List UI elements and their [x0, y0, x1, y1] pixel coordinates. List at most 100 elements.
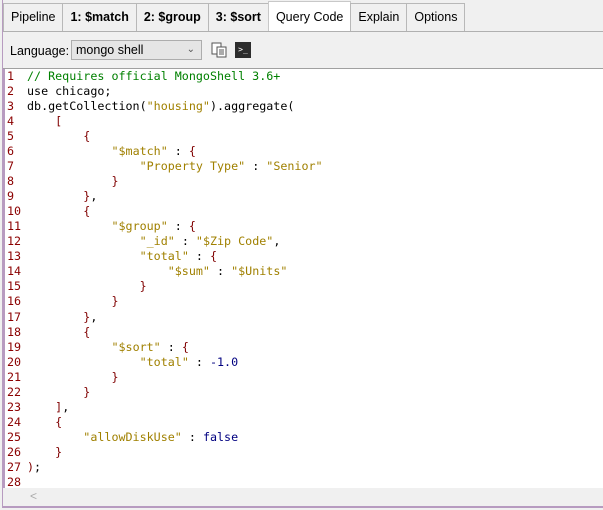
line-number: 1	[7, 69, 15, 83]
line-code: {	[26, 129, 90, 144]
code-token-brace: }	[139, 279, 147, 294]
code-token-plain: :	[181, 429, 203, 444]
line-code: }	[26, 385, 90, 400]
code-token-plain: db.getCollection(	[27, 99, 147, 114]
code-line: 11 "$group" : {	[5, 219, 603, 234]
line-code: "_id" : "$Zip Code",	[26, 234, 281, 249]
copy-icon[interactable]	[211, 42, 227, 58]
code-line: 20 "total" : -1.0	[5, 355, 603, 370]
code-token-plain: :	[245, 159, 267, 174]
code-line: 5 {	[5, 129, 603, 144]
line-number: 3	[7, 99, 15, 114]
horizontal-scrollbar[interactable]: <	[24, 488, 603, 505]
line-number: 9	[7, 189, 15, 204]
line-number: 13	[7, 249, 22, 264]
code-token-plain: :	[188, 354, 210, 369]
code-token-string: "$Units"	[231, 264, 288, 279]
code-line: 22 }	[5, 385, 603, 400]
code-token-brace: {	[188, 219, 196, 234]
code-line: 8 }	[5, 174, 603, 189]
code-line: 23 ],	[5, 400, 603, 415]
line-number: 8	[7, 174, 15, 189]
code-token-plain: :	[167, 144, 189, 159]
code-token-string: "$sum"	[167, 264, 210, 279]
code-token-plain: ,	[90, 309, 98, 324]
language-select[interactable]: mongo shell ⌄	[71, 40, 202, 60]
line-number: 22	[7, 384, 22, 399]
tab-1-match[interactable]: 1: $match	[62, 3, 137, 31]
code-token-plain: use chicago;	[27, 84, 112, 99]
line-code: {	[26, 415, 62, 430]
code-editor[interactable]: 1 // Requires official MongoShell 3.6+ 2 us…	[3, 69, 603, 489]
line-code: "$match" : {	[26, 144, 195, 159]
code-token-brace: }	[55, 444, 63, 459]
code-line: 1 // Requires official MongoShell 3.6+	[5, 69, 603, 84]
line-code: }	[26, 445, 62, 460]
code-token-plain: :	[160, 339, 182, 354]
code-token-plain: :	[188, 249, 210, 264]
tab-2-group[interactable]: 2: $group	[135, 3, 209, 31]
line-code: }	[26, 279, 147, 294]
line-number: 15	[7, 279, 22, 294]
line-code: "total" : {	[26, 249, 217, 264]
scroll-left-arrow[interactable]: <	[30, 489, 37, 503]
code-line: 4 [	[5, 114, 603, 129]
code-token-string: "$match"	[111, 144, 168, 159]
line-number: 14	[7, 264, 22, 279]
tab-pipeline[interactable]: Pipeline	[3, 3, 64, 31]
tab-3-sort[interactable]: 3: $sort	[207, 3, 269, 31]
line-number: 2	[7, 84, 15, 99]
code-token-string: "housing"	[146, 99, 210, 114]
line-code: "Property Type" : "Senior"	[26, 159, 323, 174]
line-code: "$sum" : "$Units"	[26, 264, 288, 279]
code-token-string: "total"	[139, 249, 189, 264]
line-code: }	[26, 294, 118, 309]
language-label: Language:	[10, 44, 70, 58]
code-token-brace: }	[111, 174, 119, 189]
line-number: 26	[7, 444, 22, 459]
line-number: 23	[7, 399, 22, 414]
line-code: {	[26, 325, 90, 340]
code-token-plain: ,	[90, 189, 98, 204]
code-line: 26 }	[5, 445, 603, 460]
code-token-brace: {	[181, 339, 189, 354]
code-line: 21 }	[5, 370, 603, 385]
line-code: // Requires official MongoShell 3.6+	[26, 69, 280, 84]
tab-options[interactable]: Options	[406, 3, 466, 31]
code-token-brace: }	[111, 369, 119, 384]
code-line: 3 db.getCollection("housing").aggregate(	[5, 99, 603, 114]
code-token-string: "$group"	[111, 219, 168, 234]
code-token-plain: ,	[62, 399, 70, 414]
line-code: ],	[26, 400, 69, 415]
line-code: use chicago;	[26, 84, 111, 99]
code-line: 9 },	[5, 189, 603, 204]
line-number: 19	[7, 339, 22, 354]
code-line: 25 "allowDiskUse" : false	[5, 430, 603, 445]
line-code: }	[26, 369, 119, 385]
code-token-number: -1.0	[209, 354, 239, 369]
code-token-plain: :	[209, 264, 232, 279]
code-token-plain: ).aggregate(	[209, 99, 295, 114]
open-shell-icon[interactable]: >_	[235, 42, 251, 58]
line-code: "allowDiskUse" : false	[26, 430, 238, 445]
tab-explain[interactable]: Explain	[350, 3, 408, 31]
line-number: 24	[7, 414, 22, 429]
tab-query-code[interactable]: Query Code	[267, 1, 352, 31]
code-token-string: "Property Type"	[139, 159, 246, 174]
code-line: 15 }	[5, 279, 603, 294]
line-code: [	[26, 114, 62, 129]
line-code: "total" : -1.0	[26, 354, 239, 370]
code-line: 16 }	[5, 294, 603, 309]
